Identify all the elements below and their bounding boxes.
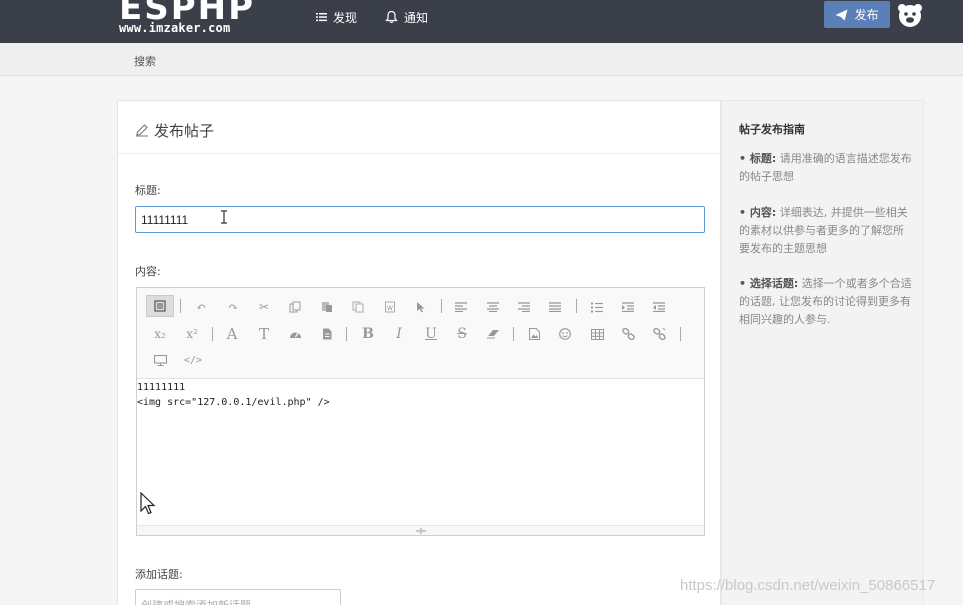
toolbar-divider bbox=[680, 327, 681, 341]
toolbar-divider bbox=[576, 299, 577, 313]
editor-line: <img src="127.0.0.1/evil.php" /> bbox=[137, 397, 330, 408]
publish-button-label: 发布 bbox=[854, 8, 879, 22]
align-left-icon[interactable] bbox=[451, 297, 471, 317]
redo-icon[interactable]: ↷ bbox=[223, 297, 243, 317]
eraser-icon[interactable] bbox=[483, 324, 503, 344]
panel-header: 发布帖子 bbox=[118, 101, 720, 154]
topic-input[interactable]: 创建或搜索添加新话题 bbox=[135, 589, 341, 605]
nav-notifications[interactable]: 通知 bbox=[385, 8, 428, 26]
toolbar-divider bbox=[346, 327, 347, 341]
source-icon[interactable] bbox=[146, 295, 174, 317]
site-logo[interactable]: ESPHP www.imzaker.com bbox=[119, 0, 259, 38]
content-label: 内容: bbox=[135, 265, 161, 278]
font-size-icon[interactable]: T bbox=[254, 324, 274, 344]
topic-label: 添加话题: bbox=[135, 568, 183, 581]
font-color-icon[interactable]: A bbox=[222, 324, 242, 344]
underline-icon[interactable]: U bbox=[421, 324, 441, 344]
title-label: 标题: bbox=[135, 184, 161, 197]
emoticon-icon[interactable] bbox=[555, 324, 575, 344]
post-form-panel: 发布帖子 标题: 11111111 内容: ↶ ↷ ✂ W x₂ x² A T … bbox=[117, 100, 721, 605]
toolbar-divider bbox=[513, 327, 514, 341]
subscript-icon[interactable]: x₂ bbox=[150, 324, 170, 344]
ordered-list-icon[interactable] bbox=[587, 297, 607, 317]
logo-subtext: www.imzaker.com bbox=[119, 21, 231, 35]
paper-plane-icon bbox=[835, 9, 848, 20]
text-cursor-icon bbox=[221, 210, 227, 224]
table-icon[interactable] bbox=[587, 324, 607, 344]
paste-icon[interactable] bbox=[317, 297, 337, 317]
strikethrough-icon[interactable]: S bbox=[452, 324, 472, 344]
editor-line: 11111111 bbox=[137, 382, 186, 393]
rich-text-editor: ↶ ↷ ✂ W x₂ x² A T B I U S </> 11111111 <… bbox=[136, 287, 705, 536]
link-icon[interactable] bbox=[618, 324, 638, 344]
guide-item-heading: • 选择话题: bbox=[739, 277, 799, 290]
resize-grip-icon bbox=[416, 528, 426, 534]
code-icon[interactable]: </> bbox=[183, 350, 203, 370]
nav-discover-label: 发现 bbox=[333, 10, 358, 25]
sub-navbar: 搜索 bbox=[0, 43, 963, 76]
paste-text-icon[interactable] bbox=[348, 297, 368, 317]
mouse-pointer-icon bbox=[140, 492, 156, 515]
watermark: https://blog.csdn.net/weixin_50866517 bbox=[680, 577, 936, 594]
nav-discover[interactable]: 发现 bbox=[316, 8, 357, 26]
editor-resize-handle[interactable] bbox=[137, 525, 704, 535]
paste-word-icon[interactable]: W bbox=[380, 297, 400, 317]
align-center-icon[interactable] bbox=[483, 297, 503, 317]
toolbar-divider bbox=[441, 299, 442, 313]
sidebar-title: 帖子发布指南 bbox=[739, 123, 805, 136]
select-all-icon[interactable] bbox=[411, 297, 431, 317]
avatar[interactable] bbox=[897, 2, 923, 28]
guide-sidebar: 帖子发布指南 • 标题: 请用准确的语言描述您发布的帖子思想 • 内容: 详细表… bbox=[721, 100, 924, 605]
top-navbar: ESPHP www.imzaker.com 发现 通知 发布 bbox=[0, 0, 963, 43]
search-tab[interactable]: 搜索 bbox=[134, 53, 156, 69]
bell-icon bbox=[385, 10, 398, 24]
guide-item-heading: • 标题: bbox=[739, 152, 777, 165]
edit-icon bbox=[136, 124, 148, 137]
cut-icon[interactable]: ✂ bbox=[254, 297, 274, 317]
undo-icon[interactable]: ↶ bbox=[191, 297, 211, 317]
guide-item-title: • 标题: 请用准确的语言描述您发布的帖子思想 bbox=[739, 150, 913, 186]
editor-toolbar: ↶ ↷ ✂ W x₂ x² A T B I U S </> bbox=[137, 288, 704, 379]
nav-notifications-label: 通知 bbox=[404, 10, 429, 25]
guide-item-heading: • 内容: bbox=[739, 206, 777, 219]
justify-icon[interactable] bbox=[545, 297, 565, 317]
guide-item-topic: • 选择话题: 选择一个或者多个合适的话题, 让您发布的讨论得到更多有相同兴趣的… bbox=[739, 275, 913, 329]
page-title: 发布帖子 bbox=[154, 122, 215, 140]
unlink-icon[interactable] bbox=[649, 324, 669, 344]
image-icon[interactable] bbox=[524, 324, 544, 344]
bold-icon[interactable]: B bbox=[358, 324, 378, 344]
superscript-icon[interactable]: x² bbox=[182, 324, 202, 344]
svg-text:W: W bbox=[387, 305, 393, 312]
list-icon bbox=[316, 13, 327, 22]
copy-icon[interactable] bbox=[285, 297, 305, 317]
align-right-icon[interactable] bbox=[514, 297, 534, 317]
preview-icon[interactable] bbox=[150, 350, 170, 370]
template-icon[interactable] bbox=[317, 324, 337, 344]
publish-button[interactable]: 发布 bbox=[824, 1, 890, 28]
speed-icon[interactable] bbox=[285, 324, 305, 344]
italic-icon[interactable]: I bbox=[389, 324, 409, 344]
toolbar-divider bbox=[212, 327, 213, 341]
indent-icon[interactable] bbox=[618, 297, 638, 317]
guide-item-content: • 内容: 详细表达, 并提供一些相关的素材以供参与者更多的了解您所要发布的主题… bbox=[739, 204, 913, 258]
toolbar-divider bbox=[180, 299, 181, 313]
editor-content-area[interactable]: 11111111 <img src="127.0.0.1/evil.php" /… bbox=[137, 380, 704, 525]
outdent-icon[interactable] bbox=[649, 297, 669, 317]
